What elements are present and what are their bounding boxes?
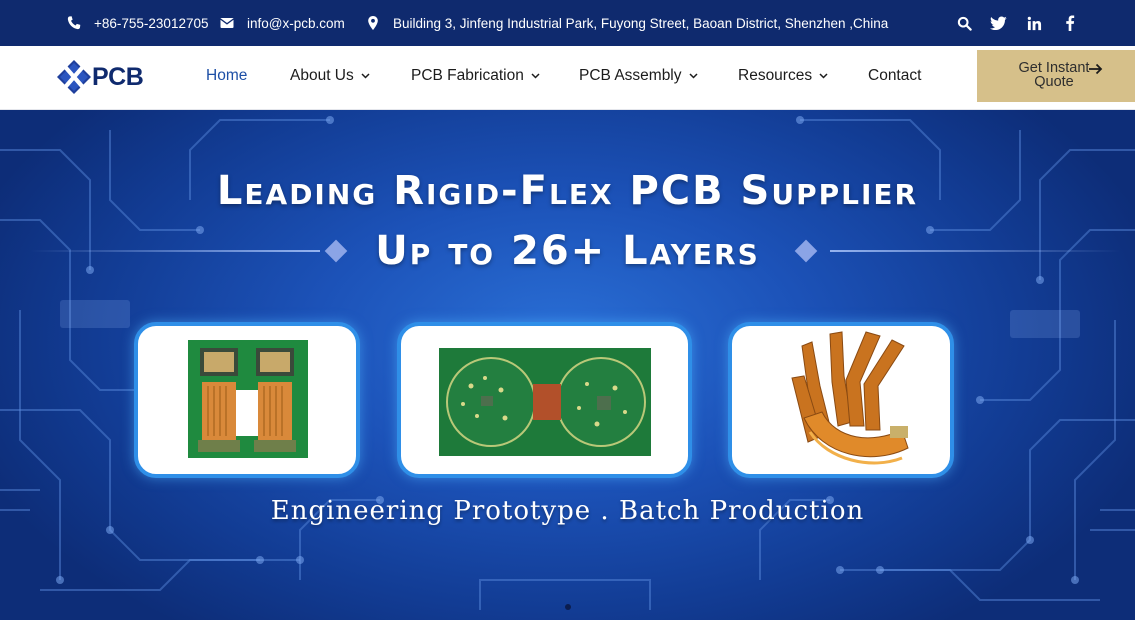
chevron-down-icon bbox=[819, 73, 828, 79]
product-card-circular-board[interactable] bbox=[397, 322, 692, 478]
hero-headline-line2: Up to 26+ Layers bbox=[375, 228, 760, 274]
hero-tagline: Engineering Prototype . Batch Production bbox=[270, 496, 865, 526]
x-logo-icon bbox=[57, 60, 91, 94]
rigid-flex-pcb-image bbox=[188, 340, 308, 458]
linkedin-icon bbox=[1027, 16, 1041, 30]
address-text: Building 3, Jinfeng Industrial Park, Fuy… bbox=[393, 15, 889, 31]
nav-home-label: Home bbox=[206, 67, 248, 84]
search-button[interactable] bbox=[954, 0, 974, 46]
product-card-rigid-flex-board[interactable] bbox=[134, 322, 360, 478]
nav-pcb-fabrication-label: PCB Fabrication bbox=[411, 67, 524, 84]
nav-pcb-fabrication[interactable]: PCB Fabrication bbox=[411, 46, 540, 106]
nav-contact-label: Contact bbox=[868, 67, 922, 84]
search-icon bbox=[957, 16, 972, 31]
email-address[interactable]: info@x-pcb.com bbox=[247, 16, 345, 31]
twitter-link[interactable] bbox=[988, 0, 1008, 46]
site-logo[interactable]: PCB bbox=[57, 59, 144, 95]
phone-icon bbox=[67, 16, 81, 30]
nav-resources-label: Resources bbox=[738, 67, 813, 84]
chevron-down-icon bbox=[531, 73, 540, 79]
arrow-right-icon bbox=[1089, 63, 1103, 75]
nav-resources[interactable]: Resources bbox=[738, 46, 828, 106]
address-contact: Building 3, Jinfeng Industrial Park, Fuy… bbox=[365, 0, 888, 46]
envelope-icon bbox=[220, 18, 234, 28]
phone-contact[interactable]: +86-755-23012705 bbox=[66, 0, 208, 46]
get-instant-quote-button[interactable]: Get Instant Quote bbox=[977, 50, 1135, 102]
main-header: PCB Home About Us PCB Fabrication PCB As… bbox=[0, 46, 1135, 110]
slider-pagination[interactable] bbox=[0, 604, 1135, 610]
nav-about-us[interactable]: About Us bbox=[290, 46, 370, 106]
email-contact[interactable]: info@x-pcb.com bbox=[219, 0, 345, 46]
phone-number[interactable]: +86-755-23012705 bbox=[94, 16, 208, 31]
linkedin-link[interactable] bbox=[1024, 0, 1044, 46]
twitter-icon bbox=[989, 15, 1007, 30]
map-marker-icon bbox=[368, 16, 378, 30]
slider-dot-active[interactable] bbox=[564, 604, 571, 610]
flex-circuit-image bbox=[791, 331, 909, 465]
product-card-flexible-circuit[interactable] bbox=[728, 322, 954, 478]
nav-about-us-label: About Us bbox=[290, 67, 354, 84]
quote-button-label: Get Instant Quote bbox=[1018, 60, 1090, 90]
top-contact-bar: +86-755-23012705 info@x-pcb.com Building… bbox=[0, 0, 1135, 46]
dual-circle-pcb-image bbox=[439, 348, 651, 456]
facebook-link[interactable] bbox=[1060, 0, 1080, 46]
chevron-down-icon bbox=[361, 73, 370, 79]
nav-pcb-assembly[interactable]: PCB Assembly bbox=[579, 46, 698, 106]
facebook-icon bbox=[1066, 15, 1075, 31]
nav-home[interactable]: Home bbox=[206, 46, 247, 106]
nav-contact[interactable]: Contact bbox=[868, 46, 921, 106]
logo-text: PCB bbox=[92, 62, 144, 91]
hero-banner[interactable]: Leading Rigid-Flex PCB Supplier Up to 26… bbox=[0, 110, 1135, 620]
nav-pcb-assembly-label: PCB Assembly bbox=[579, 67, 682, 84]
chevron-down-icon bbox=[688, 73, 698, 79]
hero-headline-line1: Leading Rigid-Flex PCB Supplier bbox=[216, 168, 919, 214]
